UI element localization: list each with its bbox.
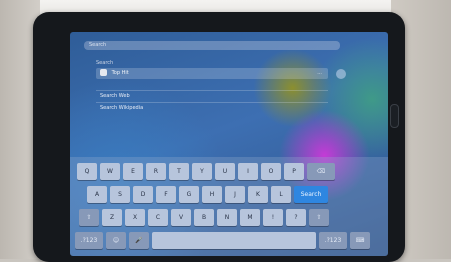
numbers-key-left[interactable]: .?123: [75, 232, 103, 249]
key-j[interactable]: J: [225, 186, 245, 203]
key-question[interactable]: ?: [286, 209, 306, 226]
key-d[interactable]: D: [133, 186, 153, 203]
key-exclamation[interactable]: !: [263, 209, 283, 226]
keyboard-row-4: .?123 ☺ 🎤 .?123 ⌨: [75, 232, 370, 249]
home-button[interactable]: [390, 104, 399, 128]
key-r[interactable]: R: [146, 163, 166, 180]
key-a[interactable]: A: [87, 186, 107, 203]
search-web-link[interactable]: Search Web: [96, 90, 328, 101]
key-l[interactable]: L: [271, 186, 291, 203]
search-wikipedia-label: Search Wikipedia: [100, 105, 144, 111]
key-u[interactable]: U: [215, 163, 235, 180]
keyboard-row-2: A S D F G H J K L Search: [87, 186, 328, 203]
key-s[interactable]: S: [110, 186, 130, 203]
top-hit-result[interactable]: Top Hit ...: [96, 68, 328, 79]
key-x[interactable]: X: [125, 209, 145, 226]
key-c[interactable]: C: [148, 209, 168, 226]
key-z[interactable]: Z: [102, 209, 122, 226]
tablet-screen: Search Search Top Hit ... Search Web Sea…: [70, 32, 388, 256]
tablet-device: Search Search Top Hit ... Search Web Sea…: [33, 12, 405, 262]
shift-key-left[interactable]: ⇧: [79, 209, 99, 226]
results-section-label: Search: [96, 60, 114, 66]
onscreen-keyboard: Q W E R T Y U I O P ⌫ A S D F G H J K L …: [70, 157, 388, 256]
key-g[interactable]: G: [179, 186, 199, 203]
search-wikipedia-link[interactable]: Search Wikipedia: [96, 102, 328, 113]
keyboard-row-3: ⇧ Z X C V B N M ! ? ⇧: [79, 209, 329, 226]
key-p[interactable]: P: [284, 163, 304, 180]
key-t[interactable]: T: [169, 163, 189, 180]
top-hit-label: Top Hit: [111, 70, 129, 76]
key-y[interactable]: Y: [192, 163, 212, 180]
space-bar[interactable]: [152, 232, 316, 249]
key-m[interactable]: M: [240, 209, 260, 226]
app-icon: [100, 69, 107, 76]
numbers-key-right[interactable]: .?123: [319, 232, 347, 249]
search-key[interactable]: Search: [294, 186, 328, 203]
key-n[interactable]: N: [217, 209, 237, 226]
key-f[interactable]: F: [156, 186, 176, 203]
key-e[interactable]: E: [123, 163, 143, 180]
key-h[interactable]: H: [202, 186, 222, 203]
search-web-label: Search Web: [100, 93, 130, 99]
key-i[interactable]: I: [238, 163, 258, 180]
keyboard-row-1: Q W E R T Y U I O P ⌫: [77, 163, 335, 180]
key-b[interactable]: B: [194, 209, 214, 226]
key-k[interactable]: K: [248, 186, 268, 203]
microphone-icon[interactable]: 🎤: [129, 232, 149, 249]
search-input[interactable]: Search: [84, 41, 340, 50]
key-v[interactable]: V: [171, 209, 191, 226]
emoji-key[interactable]: ☺: [106, 232, 126, 249]
key-q[interactable]: Q: [77, 163, 97, 180]
key-w[interactable]: W: [100, 163, 120, 180]
key-o[interactable]: O: [261, 163, 281, 180]
side-dot-icon: [336, 69, 346, 79]
delete-key[interactable]: ⌫: [307, 163, 335, 180]
more-label: ...: [317, 70, 322, 76]
shift-key-right[interactable]: ⇧: [309, 209, 329, 226]
hide-keyboard-icon[interactable]: ⌨: [350, 232, 370, 249]
